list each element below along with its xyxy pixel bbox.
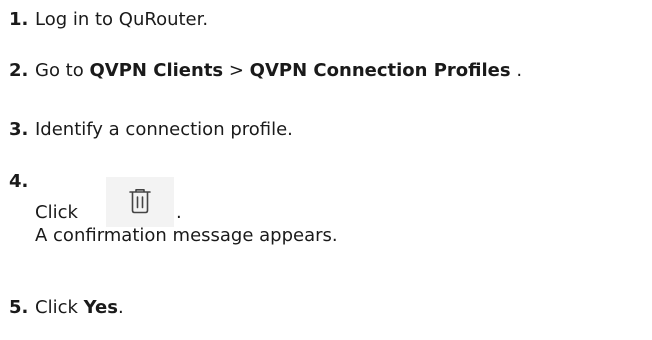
step-text-suffix: . — [510, 60, 523, 81]
step-number: 5. — [9, 297, 29, 318]
step-4-period: . — [176, 202, 182, 223]
menu-separator: > — [223, 60, 250, 81]
step-3: 3. Identify a connection profile. — [9, 118, 293, 142]
step-number: 3. — [9, 119, 29, 140]
step-4: 4. — [9, 170, 35, 194]
step-text-prefix: Click — [35, 297, 84, 318]
trash-icon — [129, 189, 151, 214]
step-text-prefix: Go to — [35, 60, 90, 81]
step-text: Identify a connection profile. — [35, 119, 293, 140]
yes-button-reference: Yes — [83, 297, 118, 318]
step-number: 4. — [9, 171, 29, 192]
step-number: 2. — [9, 60, 29, 81]
step-1: 1. Log in to QuRouter. — [9, 8, 208, 32]
step-5: 5. Click Yes. — [9, 296, 124, 320]
step-4-result: A confirmation message appears. — [35, 225, 338, 246]
menu-qvpn-connection-profiles: QVPN Connection Profiles — [249, 60, 511, 81]
delete-button-image — [106, 177, 174, 227]
step-number: 1. — [9, 9, 29, 30]
step-2: 2. Go to QVPN Clients > QVPN Connection P… — [9, 59, 522, 83]
step-4-click-label: Click — [35, 202, 78, 223]
procedure-steps: 1. Log in to QuRouter. 2. Go to QVPN Clien… — [0, 0, 652, 340]
menu-qvpn-clients: QVPN Clients — [89, 60, 224, 81]
step-text-suffix: . — [117, 297, 124, 318]
step-text: Log in to QuRouter. — [35, 9, 209, 30]
